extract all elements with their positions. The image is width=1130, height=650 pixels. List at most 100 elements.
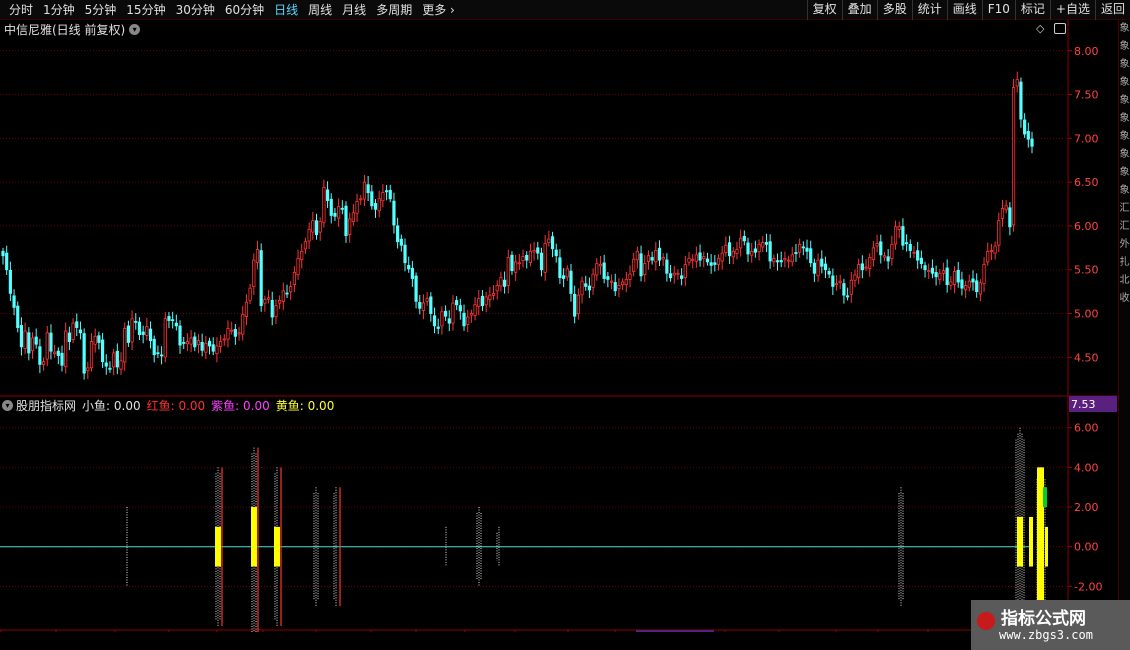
candle-body xyxy=(805,247,809,252)
candle-body xyxy=(443,310,448,317)
indicator-tick-label: 6.00 xyxy=(1074,422,1099,435)
candle-body xyxy=(528,250,533,263)
tab-period-4[interactable]: 30分钟 xyxy=(171,0,220,20)
candle-body xyxy=(786,259,791,262)
candle-body xyxy=(632,258,636,272)
tab-period-10[interactable]: 更多 › xyxy=(417,0,460,20)
candle-body xyxy=(53,351,57,355)
window-toggle-icon[interactable] xyxy=(1054,23,1066,34)
candle-body xyxy=(646,255,651,262)
candle-body xyxy=(373,203,378,210)
candle-body xyxy=(1008,207,1012,228)
candle-body xyxy=(392,200,396,226)
indicator-panel-header: ▾ 股朋指标网 小鱼: 0.00 红鱼: 0.00 紫鱼: 0.00 黄鱼: 0.00 xyxy=(2,397,334,413)
candle-body xyxy=(842,283,846,296)
tab-period-2[interactable]: 5分钟 xyxy=(80,0,122,20)
candle-body xyxy=(919,257,923,265)
candle-body xyxy=(595,263,599,276)
candle-body xyxy=(897,226,901,230)
candle-body xyxy=(355,201,359,214)
tab-period-5[interactable]: 60分钟 xyxy=(220,0,269,20)
tab-period-7[interactable]: 周线 xyxy=(303,0,337,20)
candle-body xyxy=(75,321,79,328)
candle-body xyxy=(211,344,215,352)
tab-period-8[interactable]: 月线 xyxy=(337,0,371,20)
toolbar-button-5[interactable]: F10 xyxy=(981,0,1015,20)
toolbar-button-2[interactable]: 多股 xyxy=(876,0,912,20)
candle-body xyxy=(912,251,916,254)
candle-body xyxy=(694,254,698,262)
toolbar-button-1[interactable]: 叠加 xyxy=(841,0,877,20)
candle-body xyxy=(989,250,994,252)
toolbar-button-0[interactable]: 复权 xyxy=(806,0,842,20)
candle-body xyxy=(451,302,455,324)
indicator-name: 股朋指标网 xyxy=(16,398,77,413)
candle-body xyxy=(322,187,326,223)
tab-period-9[interactable]: 多周期 xyxy=(371,0,417,20)
toolbar-button-8[interactable]: 返回 xyxy=(1094,0,1130,20)
watermark-line2: www.zbgs3.com xyxy=(999,628,1093,642)
candle-body xyxy=(126,325,130,343)
chevron-down-icon[interactable]: ▾ xyxy=(2,399,13,411)
candle-body xyxy=(772,257,776,263)
candle-body xyxy=(97,335,101,343)
candle-body xyxy=(775,260,780,263)
candle-body xyxy=(193,336,197,348)
candle-body xyxy=(292,271,296,285)
candle-body xyxy=(639,253,643,277)
candle-body xyxy=(978,282,982,295)
candle-body xyxy=(576,294,580,315)
toolbar-button-6[interactable]: 标记 xyxy=(1014,0,1050,20)
candle-body xyxy=(473,304,477,316)
candle-body xyxy=(816,259,820,277)
candle-body xyxy=(381,192,385,202)
tab-period-6[interactable]: 日线 xyxy=(269,0,303,20)
toolbar-button-3[interactable]: 统计 xyxy=(911,0,947,20)
candle-body xyxy=(510,254,514,272)
chevron-down-icon[interactable]: ▾ xyxy=(129,23,141,35)
yellow-fish-bar xyxy=(1029,516,1033,567)
candle-body xyxy=(580,280,584,296)
candle-body xyxy=(196,340,201,346)
side-column-char: 象 xyxy=(1119,167,1130,178)
indicator-item-3: 黄鱼: 0.00 xyxy=(275,398,335,413)
candle-body xyxy=(311,220,315,233)
tab-period-1[interactable]: 1分钟 xyxy=(38,0,80,20)
candle-body xyxy=(469,313,473,316)
tab-period-0[interactable]: 分时 xyxy=(4,0,38,20)
candle-body xyxy=(1015,79,1019,87)
candle-body xyxy=(436,326,440,329)
candle-body xyxy=(657,247,662,261)
candle-body xyxy=(643,263,647,276)
candle-body xyxy=(23,330,27,350)
green-fish-bar xyxy=(1043,487,1047,508)
chart-area[interactable]: 8.00 7.50 7.00 6.50 6.00 5.50 5.00 4.50 6.00 4.00… xyxy=(0,20,1118,632)
candle-body xyxy=(731,250,735,258)
side-column-char: 象 xyxy=(1119,41,1130,52)
price-panel-title: 中信尼雅(日线 前复权) xyxy=(4,22,126,37)
candle-body xyxy=(761,242,765,248)
candle-body xyxy=(739,237,743,249)
price-tick-label: 7.50 xyxy=(1074,89,1099,102)
candle-body xyxy=(377,198,381,212)
watermark-line1: 指标公式网 xyxy=(1001,609,1086,629)
candle-body xyxy=(916,250,920,261)
candle-body xyxy=(325,189,330,201)
candle-body xyxy=(204,342,208,353)
candle-body xyxy=(569,270,573,294)
diamond-icon[interactable]: ◇ xyxy=(1036,22,1044,35)
candle-body xyxy=(875,243,879,247)
candle-body xyxy=(964,285,968,291)
candle-body xyxy=(425,298,429,302)
candle-body xyxy=(71,322,75,340)
candle-body xyxy=(591,273,595,288)
tab-period-3[interactable]: 15分钟 xyxy=(121,0,170,20)
yellow-fish-bar xyxy=(1017,516,1023,567)
indicator-tick-label: -2.00 xyxy=(1074,580,1102,593)
toolbar-button-4[interactable]: 画线 xyxy=(946,0,982,20)
candle-body xyxy=(982,264,986,284)
toolbar-button-7[interactable]: +自选 xyxy=(1049,0,1095,20)
candle-body xyxy=(905,242,909,245)
candle-body xyxy=(185,341,190,345)
candle-body xyxy=(698,252,702,261)
